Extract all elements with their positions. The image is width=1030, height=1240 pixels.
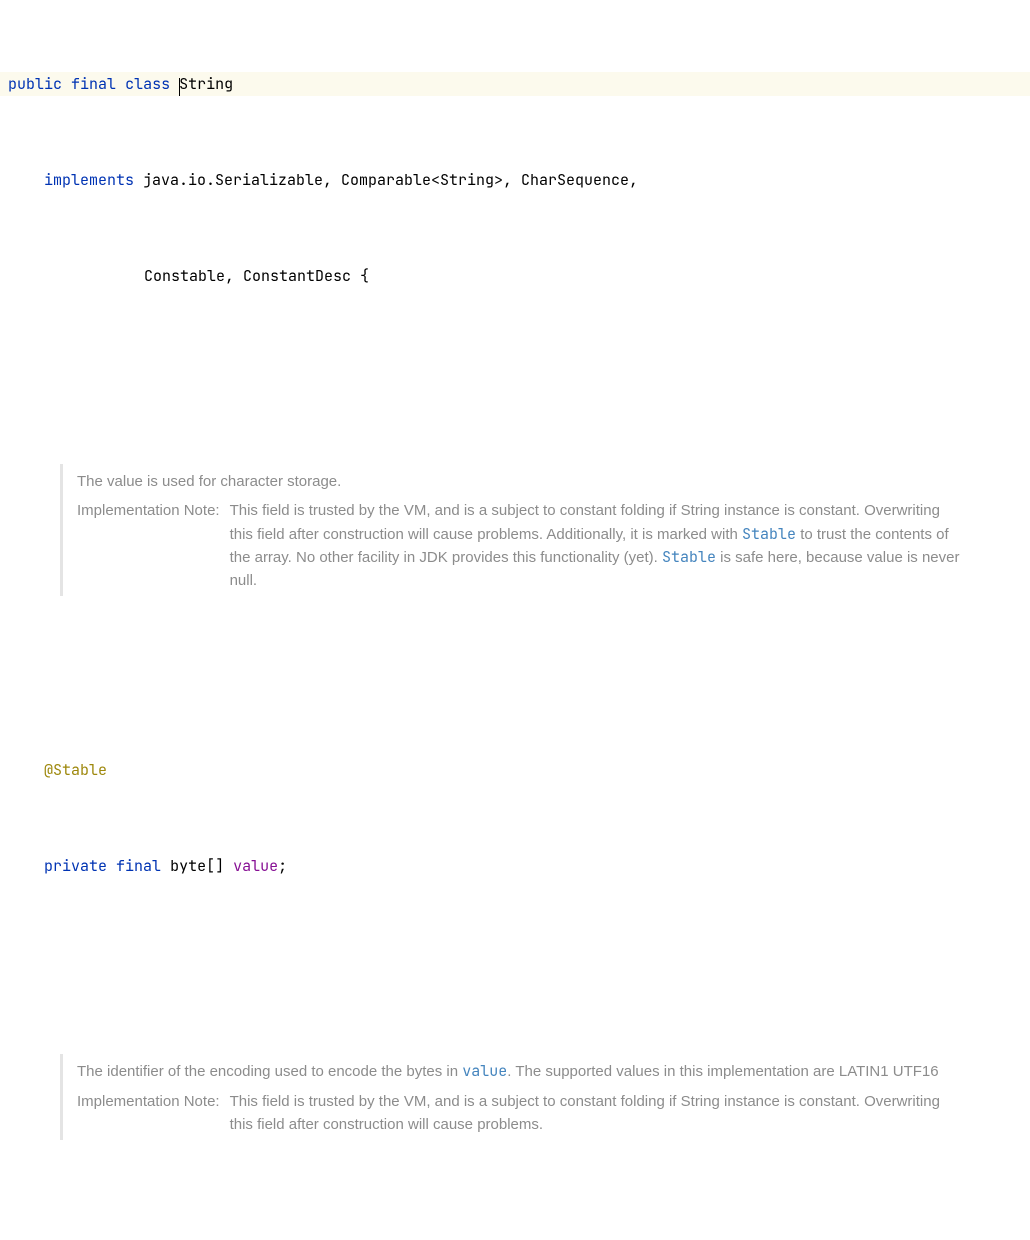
- blank-line: [0, 950, 1030, 970]
- semicolon: ;: [278, 856, 287, 876]
- javadoc-summary: The value is used for character storage.: [77, 470, 966, 493]
- implements-list-1: java.io.Serializable, Comparable<String>…: [143, 170, 638, 190]
- code-line-class-decl[interactable]: public final class String: [0, 72, 1030, 96]
- keyword-final: final: [71, 74, 116, 94]
- blank-line: [0, 1220, 1030, 1230]
- keyword-public: public: [8, 74, 62, 94]
- blank-line: [0, 676, 1030, 686]
- implements-list-2: Constable, ConstantDesc {: [144, 266, 369, 286]
- javadoc-impl-note-text: This field is trusted by the VM, and is …: [230, 499, 966, 592]
- type-byte-array: byte[]: [170, 856, 224, 876]
- javadoc-code-ref: Stable: [662, 547, 716, 567]
- javadoc-impl-note-label: Implementation Note:: [77, 499, 230, 592]
- javadoc-code-ref: value: [462, 1061, 507, 1081]
- javadoc-block-coder: The identifier of the encoding used to e…: [60, 1054, 980, 1140]
- javadoc-block-value: The value is used for character storage.…: [60, 464, 980, 596]
- text-cursor: [179, 78, 180, 96]
- code-line-implements-1[interactable]: implements java.io.Serializable, Compara…: [0, 168, 1030, 192]
- keyword-class: class: [125, 74, 170, 94]
- keyword-final: final: [116, 856, 161, 876]
- annotation-stable: @Stable: [44, 760, 107, 780]
- javadoc-impl-note-label: Implementation Note:: [77, 1090, 230, 1137]
- keyword-private: private: [44, 856, 107, 876]
- keyword-implements: implements: [44, 170, 134, 190]
- blank-line: [0, 360, 1030, 380]
- code-line-field-value[interactable]: private final byte[] value;: [0, 854, 1030, 878]
- javadoc-code-ref: Stable: [742, 524, 796, 544]
- javadoc-impl-note-text: This field is trusted by the VM, and is …: [230, 1090, 966, 1137]
- code-editor[interactable]: public final class String implements jav…: [0, 0, 1030, 1240]
- javadoc-summary: The identifier of the encoding used to e…: [77, 1060, 966, 1083]
- code-line-implements-2[interactable]: Constable, ConstantDesc {: [0, 264, 1030, 288]
- field-name-value: value: [233, 856, 278, 876]
- code-line-annotation[interactable]: @Stable: [0, 758, 1030, 782]
- class-name: String: [179, 74, 233, 94]
